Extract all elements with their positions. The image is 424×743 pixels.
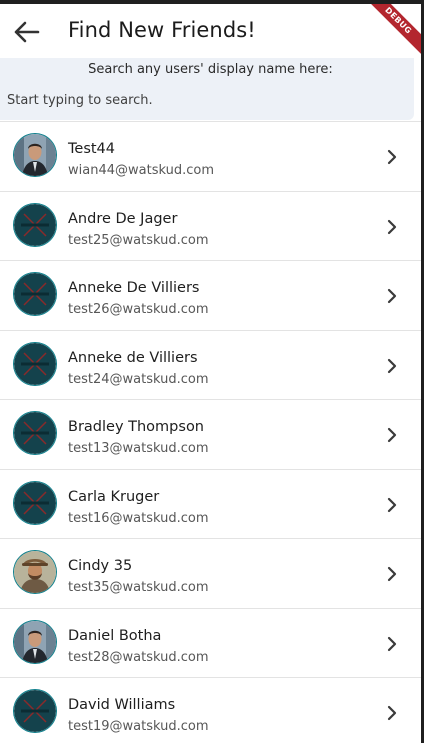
chevron-right-icon	[385, 497, 399, 513]
chevron-right-icon	[385, 149, 399, 165]
user-list-item[interactable]: Daniel Botha test28@watskud.com	[0, 607, 421, 678]
user-list-item[interactable]: Carla Kruger test16@watskud.com	[0, 468, 421, 539]
user-email: test19@watskud.com	[68, 719, 209, 734]
avatar	[14, 273, 56, 315]
user-display-name: Bradley Thompson	[68, 419, 205, 435]
arrow-left-icon	[14, 21, 40, 43]
user-list-item[interactable]: Andre De Jager test25@watskud.com	[0, 190, 421, 261]
chevron-right-icon	[385, 705, 399, 721]
avatar	[14, 481, 56, 524]
chevron-right-icon	[385, 636, 399, 652]
avatar	[14, 620, 56, 663]
find-friends-screen: Find New Friends! DEBUG Search any users…	[0, 4, 421, 743]
user-list-item[interactable]: Anneke de Villiers test24@watskud.com	[0, 329, 421, 400]
user-email: test26@watskud.com	[68, 302, 209, 317]
user-display-name: Carla Kruger	[68, 488, 160, 505]
chevron-right-icon	[385, 427, 399, 443]
user-email: test35@watskud.com	[68, 580, 209, 595]
user-list: Test44 wian44@watskud.com Andre De Jager te…	[0, 121, 421, 743]
user-email: test28@watskud.com	[68, 649, 209, 665]
user-display-name: Cindy 35	[68, 558, 133, 574]
avatar	[14, 134, 56, 176]
user-display-name: Anneke De Villiers	[68, 280, 200, 296]
user-email: test16@watskud.com	[68, 510, 209, 526]
avatar	[14, 203, 56, 246]
search-label: Search any users' display name here:	[88, 62, 333, 77]
avatar	[14, 690, 56, 732]
user-list-item[interactable]: Bradley Thompson test13@watskud.com	[0, 399, 421, 469]
chevron-right-icon	[385, 358, 399, 374]
search-input[interactable]	[7, 88, 397, 112]
user-email: test24@watskud.com	[68, 371, 209, 387]
user-display-name: Daniel Botha	[68, 627, 162, 644]
user-display-name: Andre De Jager	[68, 210, 178, 227]
user-email: test25@watskud.com	[68, 232, 209, 248]
user-display-name: Test44	[68, 141, 116, 157]
page-title: Find New Friends!	[68, 18, 256, 42]
user-list-item[interactable]: Anneke De Villiers test26@watskud.com	[0, 260, 421, 330]
user-list-item[interactable]: Cindy 35 test35@watskud.com	[0, 538, 421, 608]
chevron-right-icon	[385, 219, 399, 235]
user-display-name: David Williams	[68, 697, 176, 713]
app-bar: Find New Friends!	[0, 4, 421, 58]
back-button[interactable]	[8, 15, 44, 49]
user-list-item[interactable]: David Williams test19@watskud.com	[0, 677, 421, 743]
user-email: wian44@watskud.com	[68, 163, 214, 178]
search-panel: Search any users' display name here:	[0, 58, 414, 120]
user-email: test13@watskud.com	[68, 441, 209, 456]
user-list-item[interactable]: Test44 wian44@watskud.com	[0, 121, 421, 191]
chevron-right-icon	[385, 566, 399, 582]
avatar	[14, 412, 56, 454]
chevron-right-icon	[385, 288, 399, 304]
user-display-name: Anneke de Villiers	[68, 349, 198, 366]
avatar	[14, 551, 56, 593]
avatar	[14, 342, 56, 385]
